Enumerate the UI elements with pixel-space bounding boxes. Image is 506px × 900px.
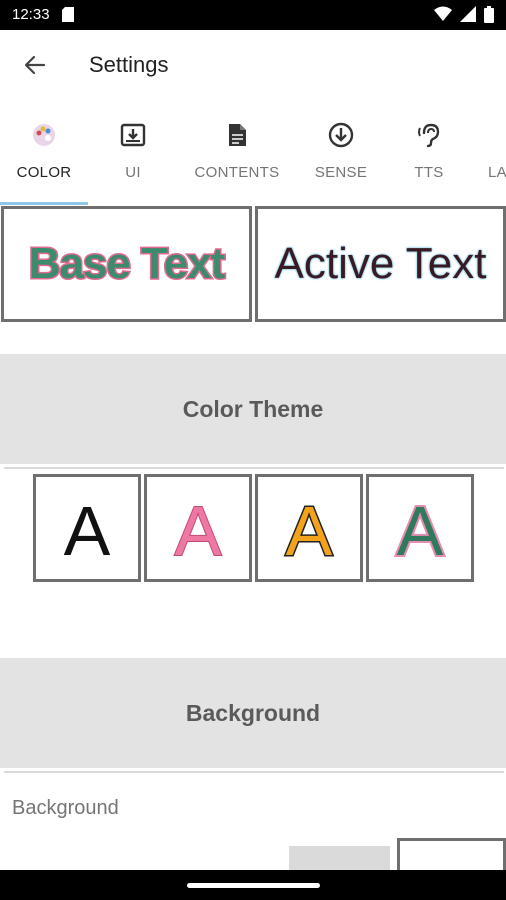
- sd-card-icon: [62, 7, 74, 22]
- tab-sense[interactable]: SENSE: [296, 110, 386, 206]
- tab-la[interactable]: LA: [472, 110, 506, 206]
- back-arrow-icon[interactable]: [18, 48, 52, 82]
- tab-contents[interactable]: CONTENTS: [180, 110, 294, 206]
- status-bar: 12:33: [0, 0, 506, 30]
- battery-icon: [484, 6, 494, 23]
- tab-label: CONTENTS: [194, 164, 280, 181]
- tab-tts[interactable]: TTS: [388, 110, 470, 206]
- ear-icon: [418, 123, 440, 148]
- status-icons: [430, 6, 494, 24]
- signal-icon: [459, 6, 476, 22]
- app-bar: Settings: [0, 30, 506, 100]
- base-text-sample: Base Text: [27, 238, 227, 290]
- divider: [4, 467, 504, 469]
- arrow-circle-down-icon: [328, 122, 354, 148]
- tab-label: COLOR: [16, 164, 72, 181]
- active-text-sample: Active Text: [274, 239, 487, 288]
- swatch-letter: A: [284, 491, 334, 572]
- tab-indicator: [0, 202, 88, 205]
- settings-tabs: COLOR UI CONTENTS SENSE TTS LA: [0, 110, 506, 206]
- palette-icon: [33, 124, 55, 146]
- tab-label: SENSE: [314, 164, 368, 181]
- tab-color[interactable]: COLOR: [0, 110, 88, 206]
- base-text-preview[interactable]: Base Text: [1, 206, 252, 322]
- tab-label: TTS: [414, 164, 444, 181]
- tab-label: LA: [488, 164, 506, 181]
- active-text-preview[interactable]: Active Text: [255, 206, 506, 322]
- document-icon: [229, 124, 246, 146]
- theme-swatch-orange[interactable]: A: [255, 474, 363, 582]
- tab-ui[interactable]: UI: [88, 110, 178, 206]
- background-label: Background: [12, 797, 119, 819]
- swatch-letter: A: [63, 492, 111, 570]
- background-header: Background: [0, 658, 506, 768]
- wifi-icon: [433, 6, 452, 21]
- home-gesture-pill[interactable]: [187, 883, 320, 888]
- theme-swatch-pink[interactable]: A: [144, 474, 252, 582]
- status-time: 12:33: [12, 6, 50, 23]
- swatch-letter: A: [174, 491, 223, 571]
- theme-swatch-black[interactable]: A: [33, 474, 141, 582]
- swatch-letter: A: [395, 490, 446, 572]
- divider: [4, 771, 504, 773]
- system-nav-bar: [0, 870, 506, 900]
- color-theme-header: Color Theme: [0, 354, 506, 464]
- tab-label: UI: [125, 164, 141, 181]
- download-box-icon: [120, 123, 146, 147]
- theme-swatch-green[interactable]: A: [366, 474, 474, 582]
- page-title: Settings: [89, 52, 169, 77]
